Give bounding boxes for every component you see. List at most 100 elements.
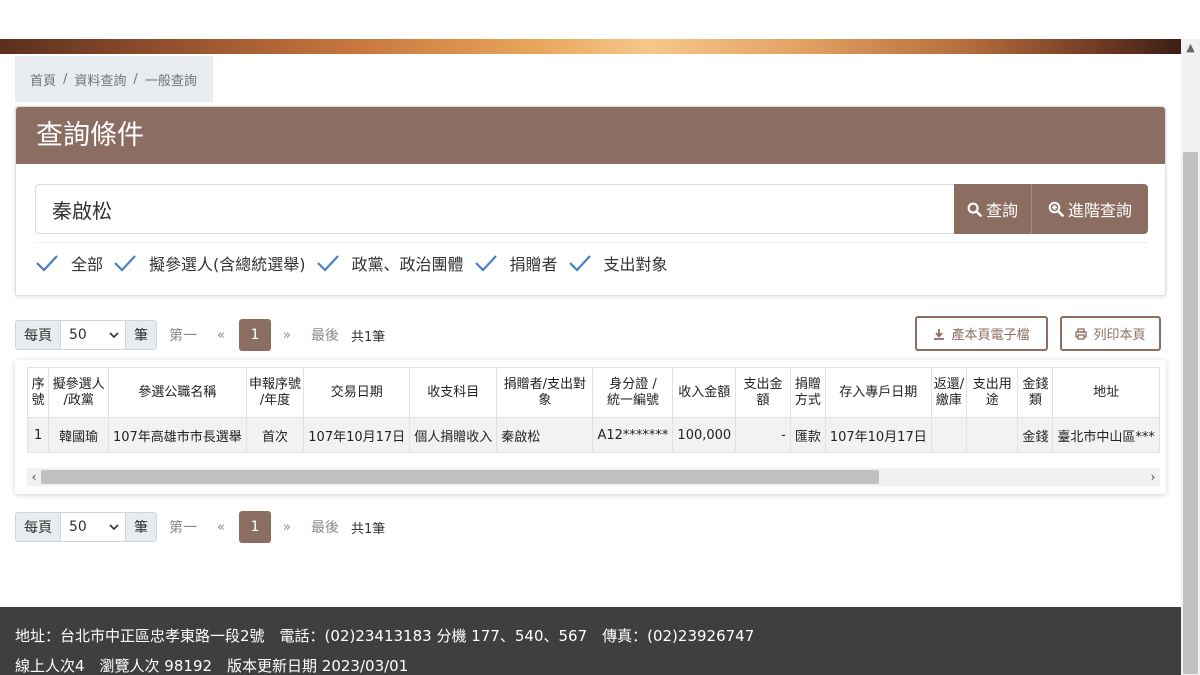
filter-label: 支出對象 — [603, 255, 668, 274]
search-bar: 查詢 進階查詢 — [35, 184, 1148, 234]
total-count: 共1筆 — [350, 329, 386, 345]
col-header-method: 捐贈 方式 — [789, 367, 826, 418]
col-header-money-type: 金錢類 — [1017, 367, 1054, 418]
first-page-link[interactable]: 第一 — [169, 517, 197, 537]
check-icon[interactable] — [35, 251, 59, 275]
print-button[interactable]: 列印本頁 — [1060, 316, 1161, 351]
cell-date: 107年10月17日 — [303, 417, 411, 453]
pager-top: 每頁 50 筆 第一 « 1 » 最後 共1筆 — [15, 319, 385, 351]
cell-account: 個人捐贈收入 — [409, 417, 498, 453]
advanced-search-label: 進階查詢 — [1067, 201, 1132, 220]
chevron-down-icon — [109, 332, 119, 339]
col-header-seq: 序號 — [27, 367, 50, 418]
chevron-down-icon — [109, 524, 119, 531]
col-header-report-seq: 申報序號/年度 — [245, 367, 305, 418]
check-icon[interactable] — [474, 251, 498, 275]
search-button[interactable]: 查詢 — [954, 184, 1032, 234]
next-page-link[interactable]: » — [283, 520, 291, 535]
cell-donor: 秦啟松 — [496, 417, 594, 453]
filter-candidate[interactable]: 擬參選人(含總統選舉) — [113, 251, 306, 275]
cell-money-type: 金錢 — [1017, 417, 1054, 453]
print-icon — [1075, 327, 1088, 340]
scroll-right-icon[interactable]: › — [1146, 468, 1160, 486]
next-page-link[interactable]: » — [283, 328, 291, 343]
footer: 地址：台北市中正區忠孝東路一段2號 電話：(02)23413183 分機 177… — [0, 607, 1181, 675]
scrollbar-thumb[interactable] — [1183, 152, 1198, 674]
cell-candidate: 韓國瑜 — [48, 417, 109, 453]
header-banner — [0, 39, 1181, 54]
export-label: 產本頁電子檔 — [951, 328, 1030, 343]
cell-method: 匯款 — [789, 417, 826, 453]
search-input[interactable] — [35, 184, 954, 234]
per-page-select[interactable]: 50 — [61, 512, 125, 542]
table-header-row: 序號 擬參選人/政黨 參選公職名稱 申報序號/年度 交易日期 收支科目 捐贈者/… — [27, 367, 1160, 418]
col-header-expense: 支出金額 — [735, 367, 791, 418]
export-button[interactable]: 產本頁電子檔 — [915, 316, 1048, 351]
search-icon — [967, 202, 982, 217]
col-header-purpose: 支出用途 — [966, 367, 1019, 418]
footer-contact: 地址：台北市中正區忠孝東路一段2號 電話：(02)23413183 分機 177… — [15, 627, 755, 645]
results-table: 序號 擬參選人/政黨 參選公職名稱 申報序號/年度 交易日期 收支科目 捐贈者/… — [27, 367, 1160, 453]
results-card: 序號 擬參選人/政黨 參選公職名稱 申報序號/年度 交易日期 收支科目 捐贈者/… — [15, 360, 1166, 494]
scroll-left-icon[interactable]: ‹ — [27, 468, 41, 486]
filter-all[interactable]: 全部 — [35, 251, 103, 275]
table-row[interactable]: 1 韓國瑜 107年高雄市市長選舉 首次 107年10月17日 個人捐贈收入 秦… — [27, 417, 1160, 453]
vertical-scrollbar[interactable]: ▲ — [1181, 39, 1200, 675]
col-header-id: 身分證 / 統一編號 — [592, 367, 674, 418]
col-header-income: 收入金額 — [672, 367, 737, 418]
horizontal-scrollbar[interactable]: ‹ › — [27, 468, 1160, 486]
current-page[interactable]: 1 — [238, 319, 271, 351]
col-header-deposit-date: 存入專戶日期 — [824, 367, 932, 418]
col-header-date: 交易日期 — [303, 367, 411, 418]
breadcrumb-separator: / — [133, 71, 138, 87]
first-page-link[interactable]: 第一 — [169, 325, 197, 345]
scroll-up-icon[interactable]: ▲ — [1181, 39, 1200, 57]
breadcrumb: 首頁 / 資料查詢 / 一般查詢 — [15, 56, 213, 102]
last-page-link[interactable]: 最後 — [311, 517, 339, 537]
col-header-account: 收支科目 — [409, 367, 498, 418]
filter-party[interactable]: 政黨、政治團體 — [316, 251, 464, 275]
check-icon[interactable] — [113, 251, 137, 275]
cell-return — [930, 417, 968, 453]
cell-report-seq: 首次 — [245, 417, 305, 453]
per-page-select[interactable]: 50 — [61, 320, 125, 350]
query-card: 查詢條件 查詢 進階查詢 全部 擬參選人(含總統選舉) — [15, 106, 1166, 296]
prev-page-link[interactable]: « — [217, 520, 225, 535]
cell-income: 100,000 — [672, 417, 737, 453]
unit-label: 筆 — [125, 512, 157, 542]
breadcrumb-separator: / — [63, 71, 68, 87]
filter-expense-target[interactable]: 支出對象 — [568, 251, 668, 275]
page: ▲ 首頁 / 資料查詢 / 一般查詢 查詢條件 查詢 進階查詢 全部 — [0, 0, 1200, 675]
breadcrumb-home[interactable]: 首頁 — [30, 70, 56, 89]
col-header-address: 地址 — [1052, 367, 1160, 418]
advanced-search-button[interactable]: 進階查詢 — [1032, 184, 1148, 234]
breadcrumb-current: 一般查詢 — [144, 73, 197, 89]
cell-deposit-date: 107年10月17日 — [824, 417, 932, 453]
cell-purpose — [966, 417, 1019, 453]
per-page-label: 每頁 — [15, 320, 61, 350]
cell-expense: - — [735, 417, 791, 453]
prev-page-link[interactable]: « — [217, 328, 225, 343]
col-header-candidate: 擬參選人/政黨 — [48, 367, 109, 418]
col-header-donor: 捐贈者/支出對象 — [496, 367, 594, 418]
horizontal-scrollbar-thumb[interactable] — [41, 470, 879, 484]
check-icon[interactable] — [568, 251, 592, 275]
filter-donor[interactable]: 捐贈者 — [474, 251, 558, 275]
zoom-in-icon — [1048, 201, 1064, 217]
cell-office: 107年高雄市市長選舉 — [107, 417, 247, 453]
filter-label: 擬參選人(含總統選舉) — [149, 255, 306, 274]
results-table-container: 序號 擬參選人/政黨 參選公職名稱 申報序號/年度 交易日期 收支科目 捐贈者/… — [27, 367, 1160, 460]
footer-stats: 線上人次4 瀏覽人次 98192 版本更新日期 2023/03/01 — [15, 657, 409, 675]
breadcrumb-data-query[interactable]: 資料查詢 — [74, 70, 126, 89]
col-header-office: 參選公職名稱 — [107, 367, 247, 418]
filter-label: 政黨、政治團體 — [351, 255, 464, 274]
filter-group: 全部 擬參選人(含總統選舉) 政黨、政治團體 捐贈者 支出對象 — [35, 251, 678, 275]
per-page-label: 每頁 — [15, 512, 61, 542]
cell-address: 臺北市中山區*** — [1052, 417, 1160, 453]
current-page[interactable]: 1 — [238, 511, 271, 543]
last-page-link[interactable]: 最後 — [311, 325, 339, 345]
divider — [35, 242, 1148, 243]
filter-label: 全部 — [71, 255, 104, 274]
check-icon[interactable] — [316, 251, 340, 275]
query-card-title: 查詢條件 — [16, 107, 1165, 164]
